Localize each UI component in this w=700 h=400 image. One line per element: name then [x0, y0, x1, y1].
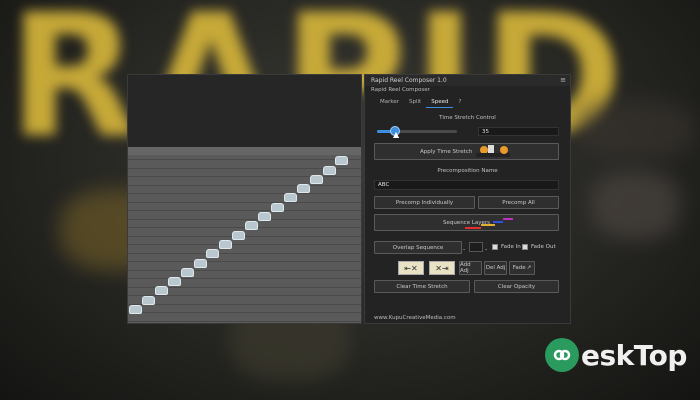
split-forward-icon: ⇤✕	[404, 263, 418, 273]
tab-marker[interactable]: Marker	[375, 97, 404, 108]
fade-curve-icon: ↗	[526, 265, 532, 271]
fade-in-label: Fade In	[501, 244, 521, 250]
track-divider	[128, 269, 361, 271]
split-backward-icon-button[interactable]: ✕⇥	[429, 261, 455, 275]
background-blob	[575, 100, 695, 160]
fade-out-checkbox[interactable]	[522, 244, 528, 250]
watermark-text: eskTop	[581, 338, 687, 372]
layer-marker[interactable]	[309, 174, 323, 184]
tab-help[interactable]: ?	[453, 97, 466, 108]
layer-marker[interactable]	[167, 277, 181, 287]
sequence-layers-button[interactable]: Sequence Layers	[374, 214, 559, 231]
timeline-tracks[interactable]	[128, 147, 361, 323]
fade-in-checkbox-row[interactable]: Fade In	[492, 244, 521, 250]
fade-in-checkbox[interactable]	[492, 244, 498, 250]
timeline-header-strip	[128, 147, 361, 155]
del-adj-button[interactable]: Del Adj	[484, 261, 507, 275]
website-link[interactable]: www.KupuCreativeMedia.com	[374, 315, 456, 321]
layer-marker[interactable]	[335, 156, 349, 166]
add-adj-button[interactable]: Add Adj	[459, 261, 482, 275]
layer-marker[interactable]	[322, 165, 336, 175]
layer-marker[interactable]	[180, 267, 194, 277]
clear-time-stretch-button[interactable]: Clear Time Stretch	[374, 280, 470, 293]
track-divider	[128, 184, 361, 186]
tab-speed[interactable]: Speed	[426, 97, 454, 108]
precomp-individually-button[interactable]: Precomp Individually	[374, 196, 475, 209]
track-divider	[128, 320, 361, 322]
composition-viewer[interactable]	[127, 74, 362, 324]
layer-marker[interactable]	[283, 193, 297, 203]
overlap-dash: -	[463, 246, 466, 253]
layer-marker[interactable]	[141, 295, 155, 305]
time-stretch-slider-track[interactable]	[377, 130, 457, 133]
precomp-name-label: Precomposition Name	[437, 168, 498, 174]
panel-subtitle: Rapid Reel Composer	[371, 87, 430, 93]
precomp-name-input[interactable]: ABC	[374, 180, 559, 190]
track-divider	[128, 295, 361, 296]
apply-time-stretch-button[interactable]: Apply Time Stretch	[374, 143, 559, 160]
layer-marker[interactable]	[219, 239, 233, 249]
track-divider	[128, 278, 361, 279]
overlap-color-swatch[interactable]	[469, 242, 483, 252]
layer-marker[interactable]	[154, 286, 168, 296]
layer-marker[interactable]	[270, 202, 284, 212]
layer-marker[interactable]	[206, 249, 220, 259]
layer-marker[interactable]	[258, 212, 271, 221]
track-divider	[128, 201, 361, 203]
time-stretch-label: Time Stretch Control	[439, 115, 496, 121]
sequence-layers-icon	[465, 218, 513, 229]
menu-icon[interactable]: ≡	[560, 75, 566, 86]
desktop-watermark: eskTop	[545, 338, 687, 372]
watermark-logo-icon	[545, 338, 579, 372]
tab-bar: Marker Split Speed ?	[375, 97, 466, 108]
time-stretch-value[interactable]: 35	[478, 127, 559, 136]
fade-button-label: Fade	[512, 265, 526, 271]
layer-marker[interactable]	[193, 258, 207, 268]
track-divider	[128, 210, 361, 211]
tab-split[interactable]: Split	[404, 97, 426, 108]
track-divider	[128, 193, 361, 194]
track-divider	[128, 261, 361, 262]
track-divider	[128, 218, 361, 220]
overlap-sequence-button[interactable]: Overlap Sequence	[374, 241, 462, 254]
track-divider	[128, 252, 361, 254]
track-divider	[128, 159, 361, 160]
layer-marker[interactable]	[232, 230, 246, 240]
mouse-cursor-icon: ▲	[393, 130, 400, 139]
overlap-dash-2: -	[485, 246, 488, 253]
layer-marker[interactable]	[245, 221, 259, 231]
track-divider	[128, 312, 361, 313]
fade-out-label: Fade Out	[531, 244, 556, 250]
track-divider	[128, 176, 361, 177]
rapid-reel-panel: Rapid Reel Composer 1.0 ≡ Rapid Reel Com…	[364, 74, 571, 324]
apply-time-stretch-label: Apply Time Stretch	[420, 148, 473, 155]
background-blob	[590, 170, 680, 240]
split-forward-icon-button[interactable]: ⇤✕	[398, 261, 424, 275]
stopwatch-icon	[476, 144, 511, 157]
track-divider	[128, 244, 361, 245]
layer-marker[interactable]	[296, 184, 310, 194]
clear-opacity-button[interactable]: Clear Opacity	[474, 280, 559, 293]
track-divider	[128, 303, 361, 305]
fade-out-checkbox-row[interactable]: Fade Out	[522, 244, 556, 250]
precomp-all-button[interactable]: Precomp All	[478, 196, 559, 209]
viewer-empty-area	[128, 75, 361, 147]
layer-marker[interactable]	[129, 305, 142, 314]
split-backward-icon: ✕⇥	[435, 263, 449, 273]
link-icon	[553, 349, 571, 361]
panel-title: Rapid Reel Composer 1.0	[371, 77, 447, 84]
panel-title-bar: Rapid Reel Composer 1.0 ≡	[365, 75, 570, 86]
fade-button[interactable]: Fade ↗	[509, 261, 535, 275]
